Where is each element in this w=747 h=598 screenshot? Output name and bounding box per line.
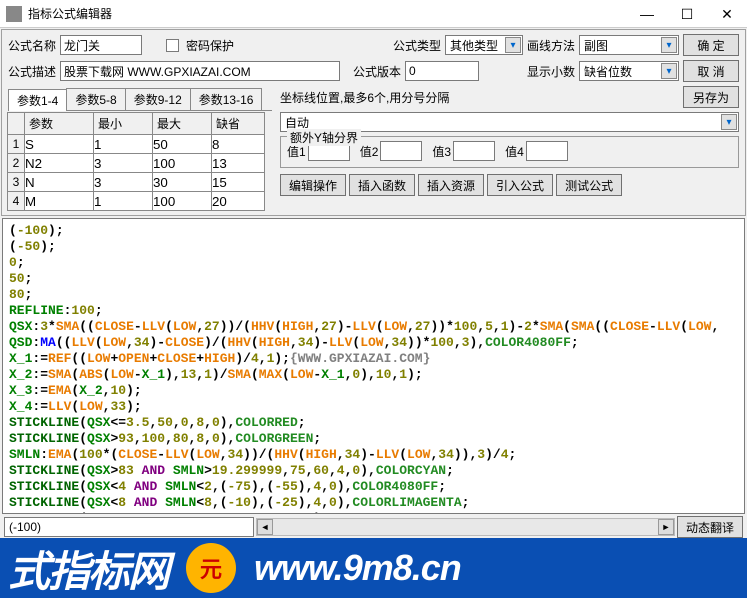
param-max-input[interactable] xyxy=(152,191,212,211)
param-name-input[interactable] xyxy=(24,134,94,154)
draw-select[interactable]: 副图▾ xyxy=(579,35,679,55)
cancel-button[interactable]: 取 消 xyxy=(683,60,739,82)
banner-url: www.9m8.cn xyxy=(254,547,461,589)
param-def-input[interactable] xyxy=(211,191,265,211)
tab-params-13-16[interactable]: 参数13-16 xyxy=(190,88,263,110)
vaxis-fieldset: 额外Y轴分界 值1 值2 值3 值4 xyxy=(280,136,739,168)
label-ver: 公式版本 xyxy=(353,63,401,80)
label-coord: 坐标线位置,最多6个,用分号分隔 xyxy=(280,89,449,106)
param-def-input[interactable] xyxy=(211,134,265,154)
param-def-input[interactable] xyxy=(211,153,265,173)
ok-button[interactable]: 确 定 xyxy=(683,34,739,56)
type-select[interactable]: 其他类型▾ xyxy=(445,35,523,55)
v3-input[interactable] xyxy=(453,141,495,161)
col-min: 最小 xyxy=(93,112,153,135)
dyn-button[interactable]: 动态翻译 xyxy=(677,516,743,538)
tab-params-1-4[interactable]: 参数1-4 xyxy=(8,89,67,111)
label-desc: 公式描述 xyxy=(8,63,56,80)
param-min-input[interactable] xyxy=(93,134,153,154)
param-table: 参数 最小 最大 缺省 1234 xyxy=(8,113,272,211)
param-max-input[interactable] xyxy=(152,153,212,173)
col-max: 最大 xyxy=(152,112,212,135)
banner-cn: 式指标网 xyxy=(8,538,168,598)
param-tabs: 参数1-4 参数5-8 参数9-12 参数13-16 xyxy=(8,88,272,111)
desc-input[interactable] xyxy=(60,61,340,81)
v2-input[interactable] xyxy=(380,141,422,161)
status-box: (-100) xyxy=(4,517,254,537)
window-title: 指标公式编辑器 xyxy=(28,5,627,22)
saveas-button[interactable]: 另存为 xyxy=(683,86,739,108)
h-scrollbar[interactable]: ◄ ► xyxy=(256,518,675,536)
tab-params-5-8[interactable]: 参数5-8 xyxy=(66,88,125,110)
chevron-down-icon: ▾ xyxy=(505,37,521,53)
scroll-left-icon[interactable]: ◄ xyxy=(257,519,273,535)
ver-input[interactable] xyxy=(405,61,479,81)
scroll-right-icon[interactable]: ► xyxy=(658,519,674,535)
param-max-input[interactable] xyxy=(152,172,212,192)
name-input[interactable] xyxy=(60,35,142,55)
app-icon xyxy=(6,6,22,22)
test-button[interactable]: 测试公式 xyxy=(556,174,622,196)
col-param: 参数 xyxy=(24,112,94,135)
insfn-button[interactable]: 插入函数 xyxy=(349,174,415,196)
close-button[interactable]: ✕ xyxy=(707,0,747,28)
param-name-input[interactable] xyxy=(24,153,94,173)
maximize-button[interactable]: ☐ xyxy=(667,0,707,28)
titlebar: 指标公式编辑器 — ☐ ✕ xyxy=(0,0,747,28)
editop-button[interactable]: 编辑操作 xyxy=(280,174,346,196)
vaxis-legend: 额外Y轴分界 xyxy=(287,129,361,146)
dec-select[interactable]: 缺省位数▾ xyxy=(579,61,679,81)
param-row: 3 xyxy=(8,173,272,192)
param-min-input[interactable] xyxy=(93,172,153,192)
insres-button[interactable]: 插入资源 xyxy=(418,174,484,196)
label-name: 公式名称 xyxy=(8,37,56,54)
bottom-row: (-100) ◄ ► 动态翻译 xyxy=(0,516,747,538)
code-editor[interactable]: (-100);(-50);0;50;80;REFLINE:100;QSX:3*S… xyxy=(2,218,745,514)
tab-params-9-12[interactable]: 参数9-12 xyxy=(125,88,191,110)
banner: 式指标网 元 www.9m8.cn xyxy=(0,538,747,598)
chevron-down-icon: ▾ xyxy=(661,37,677,53)
param-row: 1 xyxy=(8,135,272,154)
chevron-down-icon: ▾ xyxy=(661,63,677,79)
param-name-input[interactable] xyxy=(24,191,94,211)
param-row: 4 xyxy=(8,192,272,211)
label-dec: 显示小数 xyxy=(527,63,575,80)
label-type: 公式类型 xyxy=(393,37,441,54)
banner-logo-icon: 元 xyxy=(186,543,236,593)
label-draw: 画线方法 xyxy=(527,37,575,54)
param-max-input[interactable] xyxy=(152,134,212,154)
chevron-down-icon: ▾ xyxy=(721,114,737,130)
param-row: 2 xyxy=(8,154,272,173)
param-min-input[interactable] xyxy=(93,191,153,211)
import-button[interactable]: 引入公式 xyxy=(487,174,553,196)
password-checkbox[interactable] xyxy=(166,39,179,52)
v4-input[interactable] xyxy=(526,141,568,161)
form-area: 公式名称 密码保护 公式类型 其他类型▾ 画线方法 副图▾ 确 定 公式描述 公… xyxy=(1,29,746,216)
param-def-input[interactable] xyxy=(211,172,265,192)
param-name-input[interactable] xyxy=(24,172,94,192)
label-password: 密码保护 xyxy=(186,37,234,54)
minimize-button[interactable]: — xyxy=(627,0,667,28)
col-def: 缺省 xyxy=(211,112,265,135)
param-min-input[interactable] xyxy=(93,153,153,173)
